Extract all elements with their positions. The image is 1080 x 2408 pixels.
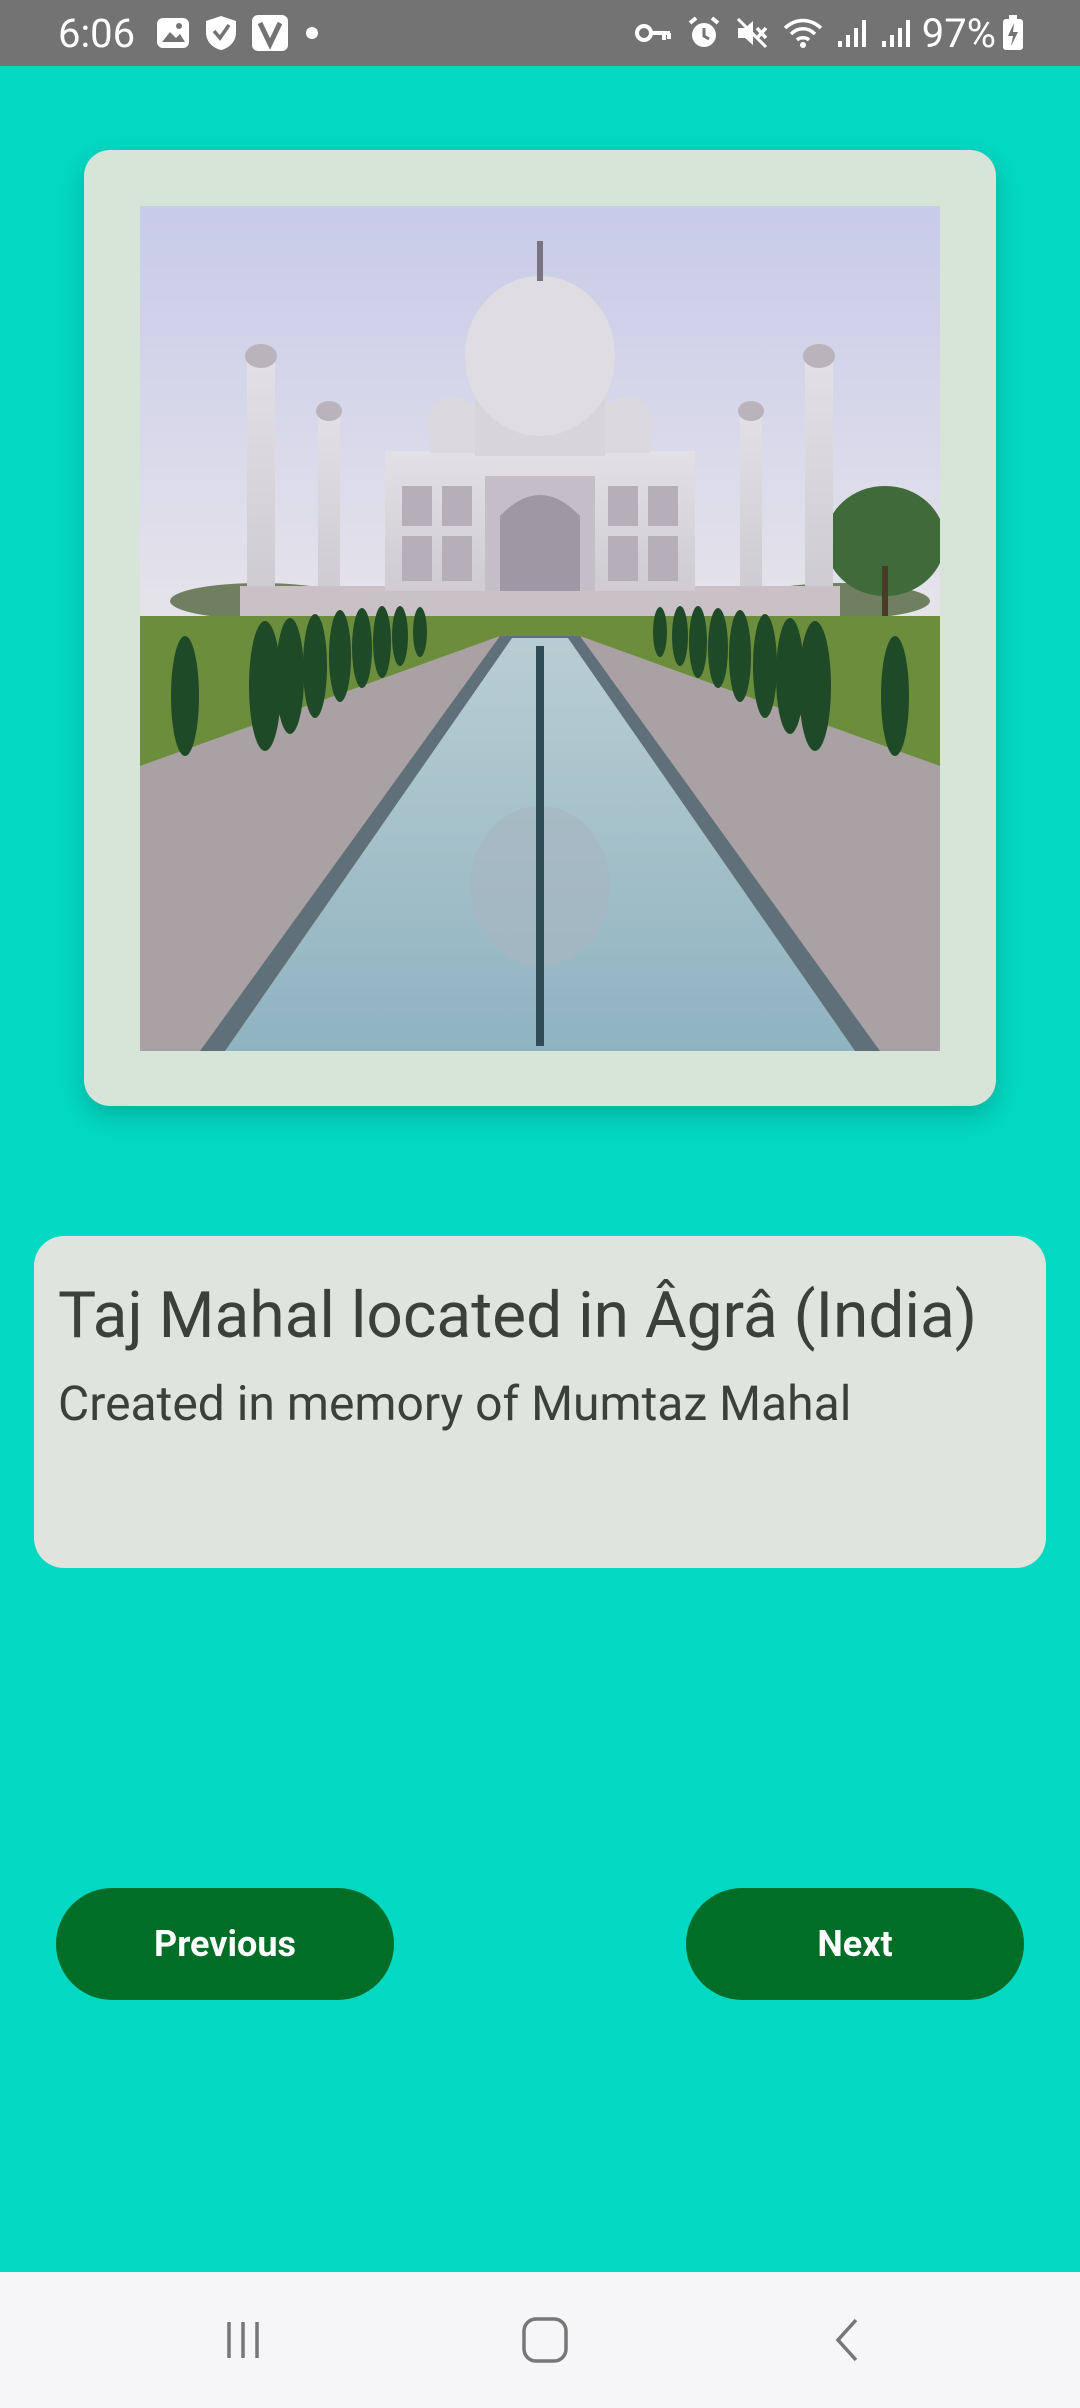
back-icon[interactable] xyxy=(758,2272,938,2408)
status-bar-left: 6:06 xyxy=(58,10,335,57)
battery-percent: 97% xyxy=(921,9,996,57)
dot-icon xyxy=(301,22,323,44)
status-bar: 6:06 97% xyxy=(0,0,1080,66)
v-app-icon xyxy=(251,14,289,52)
signal-icon xyxy=(880,17,912,49)
mute-icon xyxy=(734,15,770,51)
landmark-title: Taj Mahal located in Âgrâ (India) xyxy=(58,1278,978,1353)
status-bar-right: 97% xyxy=(622,10,1024,57)
key-icon xyxy=(634,18,674,48)
alarm-icon xyxy=(686,15,722,51)
shield-icon xyxy=(203,14,239,52)
landmark-image-card xyxy=(84,150,996,1106)
image-icon xyxy=(155,16,191,50)
landmark-photo xyxy=(140,206,940,1051)
landmark-subtitle: Created in memory of Mumtaz Mahal xyxy=(58,1375,852,1432)
system-nav-bar xyxy=(0,2272,1080,2408)
battery-charging-icon xyxy=(1002,15,1024,51)
recent-apps-icon[interactable] xyxy=(153,2272,333,2408)
signal-icon xyxy=(836,17,868,49)
next-button[interactable]: Next xyxy=(686,1888,1024,2000)
landmark-info-card: Taj Mahal located in Âgrâ (India) Create… xyxy=(34,1236,1046,1568)
taj-mahal-illustration xyxy=(140,206,940,1051)
home-icon[interactable] xyxy=(455,2272,635,2408)
wifi-icon xyxy=(782,16,824,50)
previous-button[interactable]: Previous xyxy=(56,1888,394,2000)
status-time: 6:06 xyxy=(58,9,136,57)
